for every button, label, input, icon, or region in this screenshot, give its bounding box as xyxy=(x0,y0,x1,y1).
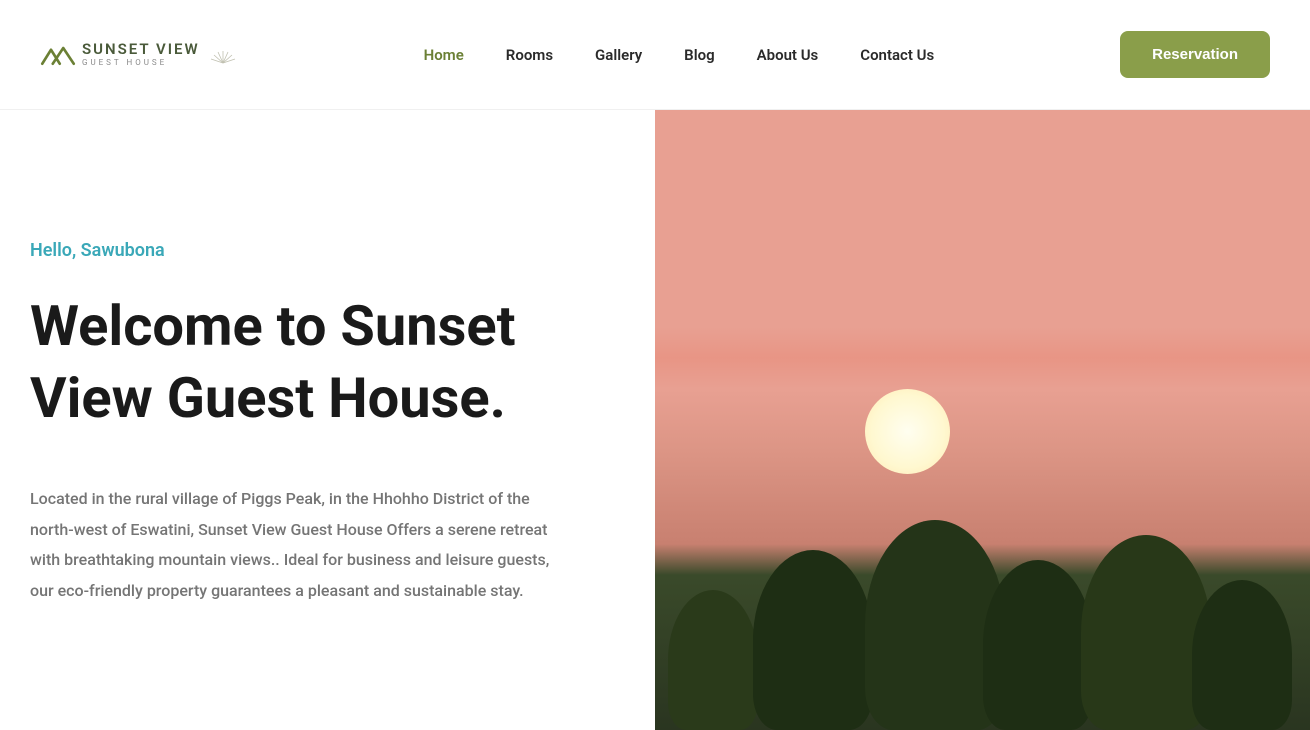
page-description: Located in the rural village of Piggs Pe… xyxy=(30,484,550,606)
hero-image-section xyxy=(655,110,1310,730)
nav-about[interactable]: About Us xyxy=(757,46,819,64)
logo-sub-text: GUEST HOUSE xyxy=(82,59,200,67)
main-content: Hello, Sawubona Welcome to Sunset View G… xyxy=(0,110,1310,730)
tree-graphic xyxy=(1192,580,1292,730)
tree-graphic xyxy=(753,550,873,730)
house-icon xyxy=(40,41,76,69)
sunset-image xyxy=(655,110,1310,730)
greeting-text: Hello, Sawubona xyxy=(30,240,595,261)
nav-home[interactable]: Home xyxy=(424,46,464,64)
trees-silhouette xyxy=(655,482,1310,730)
main-nav: Home Rooms Gallery Blog About Us Contact… xyxy=(424,46,935,64)
sun-rays-icon xyxy=(208,45,238,65)
page-headline: Welcome to Sunset View Guest House. xyxy=(30,291,595,434)
nav-blog[interactable]: Blog xyxy=(684,46,714,64)
reservation-button[interactable]: Reservation xyxy=(1120,31,1270,78)
logo-text: SUNSET VIEW GUEST HOUSE xyxy=(82,42,200,67)
logo[interactable]: SUNSET VIEW GUEST HOUSE xyxy=(40,41,238,69)
hero-text-section: Hello, Sawubona Welcome to Sunset View G… xyxy=(0,110,655,730)
tree-graphic xyxy=(983,560,1093,730)
nav-gallery[interactable]: Gallery xyxy=(595,46,642,64)
site-header: SUNSET VIEW GUEST HOUSE Home Rooms Galle… xyxy=(0,0,1310,110)
nav-rooms[interactable]: Rooms xyxy=(506,46,553,64)
nav-contact[interactable]: Contact Us xyxy=(860,46,934,64)
sun-graphic xyxy=(865,389,950,474)
logo-main-text: SUNSET VIEW xyxy=(82,42,200,57)
tree-graphic xyxy=(668,590,758,730)
